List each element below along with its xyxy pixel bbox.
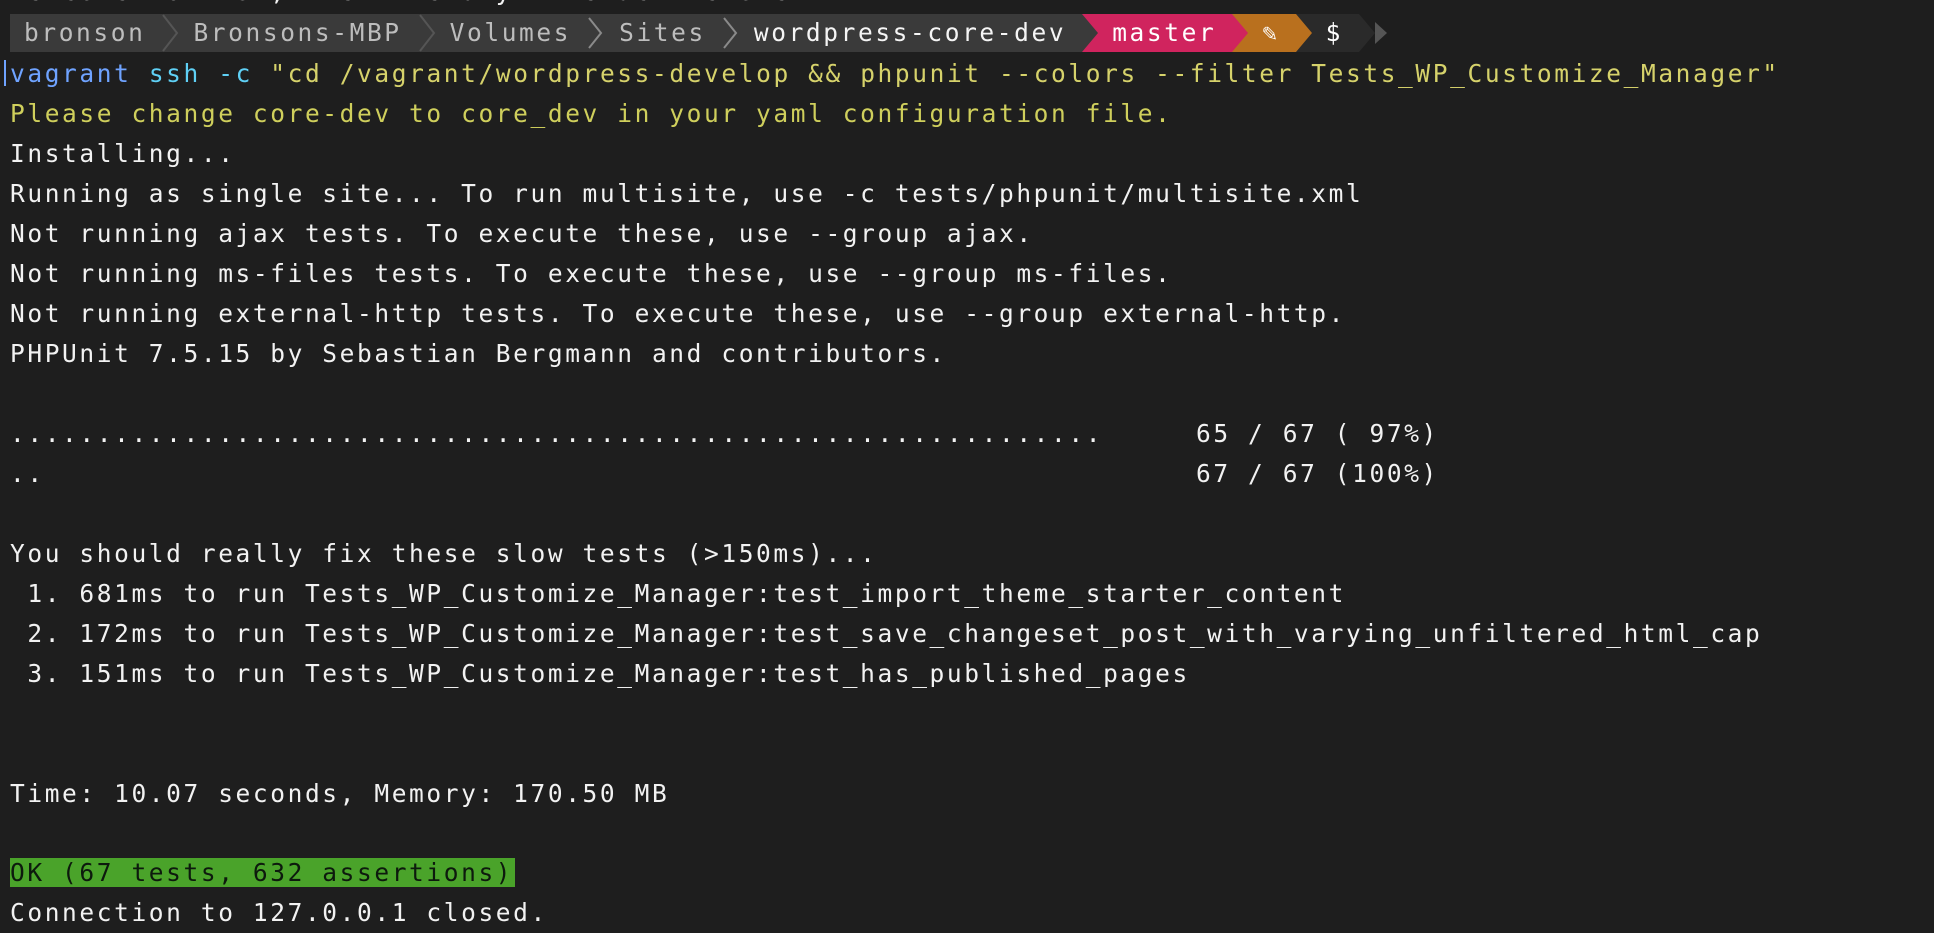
- output-line: Not running ajax tests. To execute these…: [10, 219, 1034, 248]
- prompt-git-branch: master: [1098, 14, 1233, 52]
- command-subcommand: ssh: [148, 59, 201, 88]
- output-line: Installing...: [10, 139, 236, 168]
- slow-tests-header: You should really fix these slow tests (…: [10, 539, 878, 568]
- command-flag: -c: [218, 59, 253, 88]
- slow-test-item: 3. 151ms to run Tests_WP_Customize_Manag…: [10, 659, 1190, 688]
- ok-summary-line: OK (67 tests, 632 assertions): [10, 853, 516, 893]
- chevron-right-icon: [721, 14, 740, 52]
- prompt-host: Bronsons-MBP: [179, 14, 418, 52]
- terminal-window[interactable]: Welcome to fish, the friendly interactiv…: [0, 0, 1934, 927]
- slow-test-item: 1. 681ms to run Tests_WP_Customize_Manag…: [10, 579, 1346, 608]
- cursor-marker: [4, 60, 9, 86]
- pencil-icon: ✎: [1248, 14, 1296, 52]
- slow-test-item: 2. 172ms to run Tests_WP_Customize_Manag…: [10, 619, 1763, 648]
- chevron-right-icon: [161, 14, 180, 52]
- segment-arrow: [1232, 14, 1249, 52]
- command-argument: "cd /vagrant/wordpress-develop && phpuni…: [270, 59, 1780, 88]
- segment-arrow: [1359, 14, 1376, 52]
- segment-arrow: [1082, 14, 1099, 52]
- chevron-right-icon: [587, 14, 606, 52]
- command-program: vagrant: [10, 59, 132, 88]
- progress-count: 67 / 67 (100%): [1196, 459, 1439, 488]
- prompt-user: bronson: [10, 14, 162, 52]
- output-line: Not running ms-files tests. To execute t…: [10, 259, 1173, 288]
- segment-arrow: [1295, 14, 1312, 52]
- warning-line: Please change core-dev to core_dev in yo…: [10, 99, 1173, 128]
- progress-dots: ..: [10, 459, 45, 488]
- prompt-path-sites: Sites: [605, 14, 722, 52]
- command-line[interactable]: vagrant ssh -c "cd /vagrant/wordpress-de…: [10, 54, 1780, 94]
- connection-closed-line: Connection to 127.0.0.1 closed.: [10, 898, 548, 927]
- shell-prompt: bronson Bronsons-MBP Volumes Sites wordp…: [10, 14, 1391, 52]
- partial-welcome-line: Welcome to fish, the friendly interactiv…: [10, 0, 825, 12]
- time-memory-line: Time: 10.07 seconds, Memory: 170.50 MB: [10, 779, 670, 808]
- output-line: PHPUnit 7.5.15 by Sebastian Bergmann and…: [10, 339, 947, 368]
- prompt-path-current: wordpress-core-dev: [739, 14, 1083, 52]
- progress-count: 65 / 67 ( 97%): [1196, 419, 1439, 448]
- prompt-path-volumes: Volumes: [435, 14, 588, 52]
- chevron-right-icon: [417, 14, 436, 52]
- prompt-symbol: $: [1311, 14, 1360, 52]
- ok-summary-badge: OK (67 tests, 632 assertions): [10, 858, 516, 887]
- output-line: Not running external-http tests. To exec…: [10, 299, 1346, 328]
- progress-dots: ........................................…: [10, 419, 1104, 448]
- output-line: Running as single site... To run multisi…: [10, 179, 1364, 208]
- chevron-right-icon: [1375, 14, 1391, 52]
